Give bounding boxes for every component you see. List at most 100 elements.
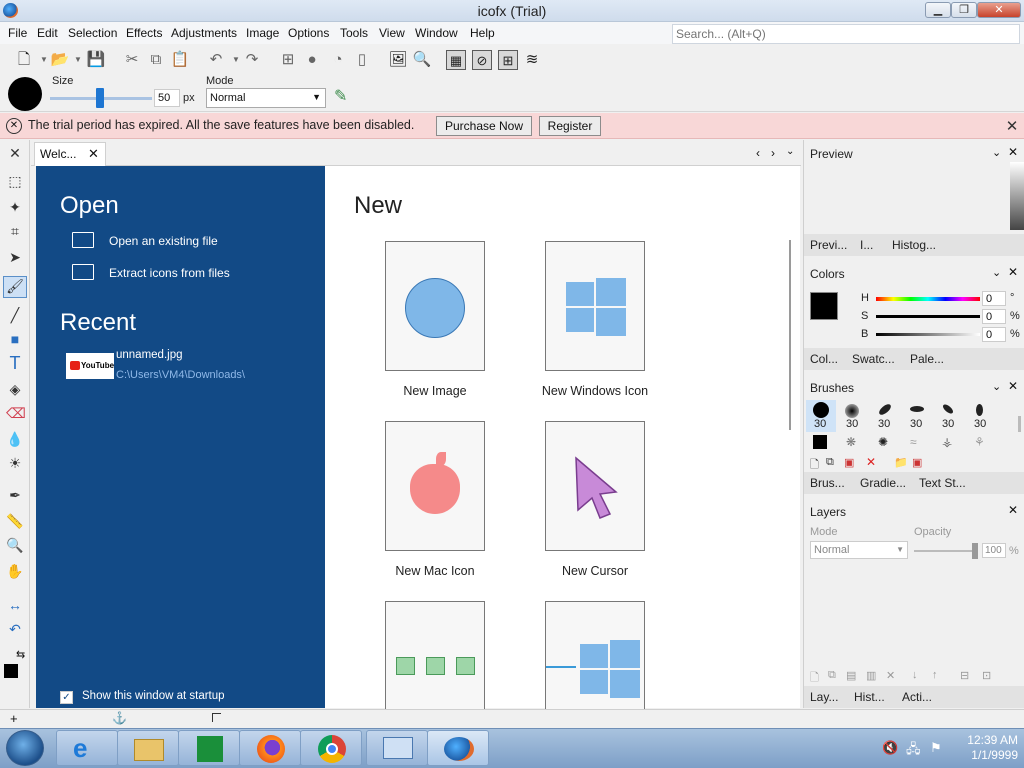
- primary-color-swatch[interactable]: [4, 664, 18, 678]
- tab-gradients[interactable]: Gradie...: [860, 476, 906, 490]
- swap-colors-icon[interactable]: ⇆: [16, 648, 25, 661]
- delete-layer-icon[interactable]: ✕: [886, 669, 895, 682]
- taskbar-chrome[interactable]: [300, 730, 362, 766]
- brush-texture-icon[interactable]: ≈: [910, 435, 917, 449]
- open-folder-icon[interactable]: 📂: [50, 50, 70, 70]
- maximize-button[interactable]: ❐: [951, 2, 977, 18]
- taskbar-explorer[interactable]: [117, 730, 179, 766]
- brush-tall-icon[interactable]: [976, 404, 983, 416]
- chevron-left-icon[interactable]: ‹: [756, 146, 760, 160]
- tab-history[interactable]: Hist...: [854, 690, 885, 704]
- eyedropper-icon[interactable]: ✒: [6, 486, 24, 504]
- tab-histogram[interactable]: Histog...: [892, 238, 936, 252]
- save-brushes-icon[interactable]: ▣: [912, 456, 922, 469]
- menu-file[interactable]: File: [8, 26, 27, 40]
- opacity-slider-track[interactable]: [914, 550, 976, 552]
- close-panel-icon[interactable]: ✕: [1008, 265, 1018, 279]
- startup-checkbox[interactable]: ✓: [60, 691, 73, 704]
- brush-angled-icon[interactable]: [941, 402, 955, 416]
- menu-tools[interactable]: Tools: [340, 26, 368, 40]
- grid-icon[interactable]: ⊞: [498, 50, 518, 70]
- recent-file-path[interactable]: C:\Users\VM4\Downloads\: [116, 369, 245, 381]
- menu-help[interactable]: Help: [470, 26, 495, 40]
- scrollbar[interactable]: [789, 240, 791, 430]
- recent-file-name[interactable]: unnamed.jpg: [116, 349, 183, 361]
- new-windows-icon-card[interactable]: [545, 241, 645, 371]
- save-icon[interactable]: 💾: [86, 50, 106, 70]
- cut-icon[interactable]: ✂: [122, 50, 142, 70]
- register-button[interactable]: Register: [539, 116, 601, 136]
- duplicate-layer-icon[interactable]: ⧉: [828, 669, 836, 682]
- new-mac-icon-card[interactable]: [385, 421, 485, 551]
- brush-splatter-icon[interactable]: ❋: [846, 435, 856, 449]
- close-panel-icon[interactable]: ✕: [1008, 145, 1018, 159]
- layers-icon[interactable]: ≋: [522, 50, 542, 70]
- taskbar-store[interactable]: [178, 730, 240, 766]
- menu-edit[interactable]: Edit: [37, 26, 58, 40]
- layer-mask-icon[interactable]: ⊡: [982, 669, 991, 682]
- network-icon[interactable]: 🖧: [906, 740, 921, 762]
- import-windows-card[interactable]: [545, 601, 645, 711]
- apple-icon[interactable]: ●: [302, 50, 322, 70]
- hue-slider[interactable]: [876, 297, 980, 301]
- move-down-icon[interactable]: ↓: [912, 669, 918, 681]
- close-panel-icon[interactable]: ✕: [1008, 379, 1018, 393]
- tab-swatches[interactable]: Swatc...: [852, 352, 895, 366]
- new-cursor-label[interactable]: New Cursor: [525, 564, 665, 578]
- magic-wand-icon[interactable]: ✦: [6, 198, 24, 216]
- menu-adjustments[interactable]: Adjustments: [171, 26, 237, 40]
- duplicate-brush-icon[interactable]: ⧉: [826, 456, 834, 469]
- new-image-card[interactable]: [385, 241, 485, 371]
- saturation-value[interactable]: 0: [982, 309, 1006, 324]
- line-icon[interactable]: ╱: [6, 306, 24, 324]
- no-background-icon[interactable]: ⊘: [472, 50, 492, 70]
- rect-select-icon[interactable]: ⬚: [6, 172, 24, 190]
- layer-props-icon[interactable]: ▤: [846, 669, 856, 682]
- new-windows-icon-label[interactable]: New Windows Icon: [525, 384, 665, 398]
- fill-bucket-icon[interactable]: ◈: [6, 380, 24, 398]
- brightness-value[interactable]: 0: [982, 327, 1006, 342]
- ruler-icon[interactable]: 📏: [6, 512, 24, 530]
- new-icon-strip-card[interactable]: [385, 601, 485, 711]
- move-up-icon[interactable]: ↑: [932, 669, 938, 681]
- action-center-icon[interactable]: ⚑: [930, 740, 942, 756]
- opacity-slider-thumb[interactable]: [972, 543, 978, 559]
- plus-icon[interactable]: +: [10, 711, 18, 726]
- brush-preview[interactable]: [8, 77, 42, 111]
- color-primary-swatch[interactable]: [810, 292, 838, 320]
- recent-thumbnail[interactable]: YouTube: [66, 353, 114, 379]
- brush-leaf-icon[interactable]: ⚘: [974, 435, 985, 449]
- paste-icon[interactable]: 📋: [170, 50, 190, 70]
- eraser-icon[interactable]: ⌫: [6, 404, 26, 422]
- tab-actions[interactable]: Acti...: [902, 690, 932, 704]
- crop-icon[interactable]: ⌗: [6, 222, 24, 240]
- hand-icon[interactable]: ✋: [6, 562, 24, 580]
- checkerboard-icon[interactable]: ▦: [446, 50, 466, 70]
- layer-mode-select[interactable]: Normal ▼: [810, 541, 908, 559]
- delete-brush-icon[interactable]: ✕: [866, 455, 876, 469]
- tab-layers[interactable]: Lay...: [810, 690, 838, 704]
- taskbar-control-panel[interactable]: [366, 730, 428, 766]
- close-panel-icon[interactable]: ✕: [1008, 503, 1018, 517]
- tab-preview[interactable]: Previ...: [810, 238, 847, 252]
- saturation-slider[interactable]: [876, 315, 980, 318]
- antialias-icon[interactable]: ✎: [334, 86, 354, 106]
- close-tools-icon[interactable]: ✕: [6, 144, 24, 162]
- blur-drop-icon[interactable]: 💧: [6, 430, 24, 448]
- close-tab-icon[interactable]: ✕: [88, 146, 99, 162]
- clock[interactable]: 12:39 AM 1/1/9999: [952, 733, 1018, 763]
- rectangle-icon[interactable]: ■: [6, 330, 24, 348]
- move-icon[interactable]: ➤: [6, 248, 24, 266]
- load-brushes-icon[interactable]: 📁: [894, 456, 908, 469]
- brush-square-icon[interactable]: [813, 435, 827, 449]
- tab-info[interactable]: I...: [860, 238, 873, 252]
- menu-window[interactable]: Window: [415, 26, 458, 40]
- opacity-value[interactable]: 100: [982, 543, 1006, 558]
- brush-flat-icon[interactable]: [910, 406, 924, 412]
- chevron-down-icon[interactable]: ⌄: [992, 380, 1001, 393]
- menu-effects[interactable]: Effects: [126, 26, 162, 40]
- hue-value[interactable]: 0: [982, 291, 1006, 306]
- volume-icon[interactable]: 🔇: [882, 740, 898, 756]
- chevron-down-icon[interactable]: ▼: [68, 50, 88, 70]
- chevron-down-icon[interactable]: ⌄: [992, 266, 1001, 279]
